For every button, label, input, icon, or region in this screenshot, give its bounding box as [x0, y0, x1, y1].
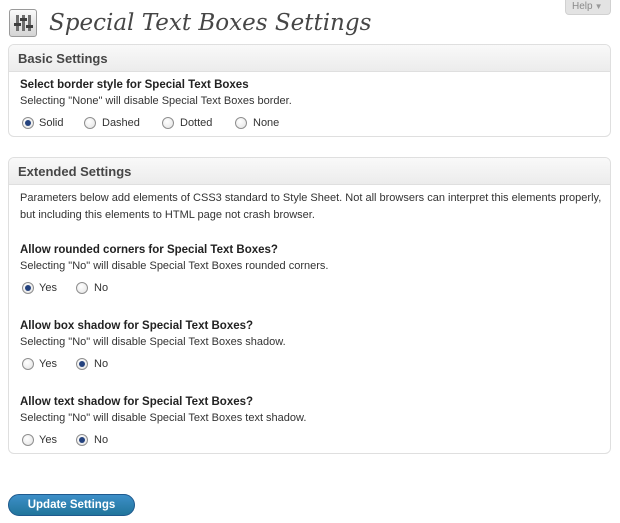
border-style-radio-dashed[interactable]	[84, 117, 96, 129]
border-style-option-none[interactable]: None	[253, 116, 279, 130]
rounded-corners-label: Allow rounded corners for Special Text B…	[20, 244, 278, 256]
text-shadow-label: Allow text shadow for Special Text Boxes…	[20, 396, 254, 408]
box-shadow-option-yes[interactable]: Yes	[39, 357, 57, 371]
rounded-corners-option-yes[interactable]: Yes	[39, 281, 57, 295]
border-style-label: Select border style for Special Text Box…	[20, 79, 249, 91]
text-shadow-option-yes[interactable]: Yes	[39, 433, 57, 447]
dropdown-arrow-icon: ▼	[594, 2, 603, 11]
rounded-corners-radio-yes[interactable]	[22, 282, 34, 294]
border-style-option-dotted[interactable]: Dotted	[180, 116, 212, 130]
text-shadow-radio-yes[interactable]	[22, 434, 34, 446]
page-title: Special Text Boxes Settings	[49, 10, 372, 36]
box-shadow-description: Selecting "No" will disable Special Text…	[20, 336, 286, 348]
rounded-corners-description: Selecting "No" will disable Special Text…	[20, 260, 329, 272]
text-shadow-description: Selecting "No" will disable Special Text…	[20, 412, 307, 424]
border-style-radio-solid[interactable]	[22, 117, 34, 129]
page-header: Special Text Boxes Settings Help ▼	[0, 0, 620, 44]
border-style-option-solid[interactable]: Solid	[39, 116, 63, 130]
border-style-radio-none[interactable]	[235, 117, 247, 129]
extended-intro-text: Parameters below add elements of CSS3 st…	[20, 192, 602, 221]
box-shadow-option-no[interactable]: No	[94, 357, 108, 371]
update-settings-button[interactable]: Update Settings	[8, 494, 135, 516]
extended-settings-heading: Extended Settings	[9, 158, 610, 185]
border-style-radio-dotted[interactable]	[162, 117, 174, 129]
basic-settings-panel: Basic Settings Select border style for S…	[8, 44, 611, 137]
extended-settings-panel: Extended Settings Parameters below add e…	[8, 157, 611, 454]
text-shadow-option-no[interactable]: No	[94, 433, 108, 447]
rounded-corners-radio-no[interactable]	[76, 282, 88, 294]
border-style-description: Selecting "None" will disable Special Te…	[20, 95, 292, 107]
help-tab[interactable]: Help ▼	[565, 0, 611, 15]
box-shadow-radio-no[interactable]	[76, 358, 88, 370]
border-style-option-dashed[interactable]: Dashed	[102, 116, 140, 130]
box-shadow-label: Allow box shadow for Special Text Boxes?	[20, 320, 254, 332]
settings-sliders-icon	[9, 9, 37, 37]
text-shadow-radio-no[interactable]	[76, 434, 88, 446]
help-label: Help	[572, 1, 593, 12]
basic-settings-heading: Basic Settings	[9, 45, 610, 72]
box-shadow-radio-yes[interactable]	[22, 358, 34, 370]
rounded-corners-option-no[interactable]: No	[94, 281, 108, 295]
